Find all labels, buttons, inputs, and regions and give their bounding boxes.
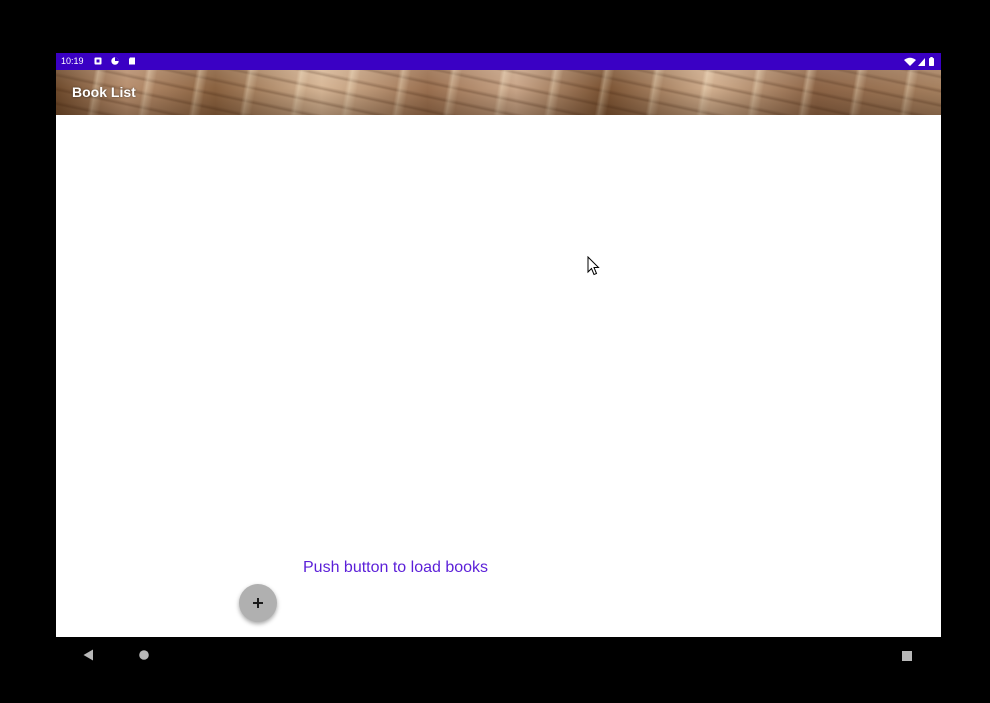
load-books-hint: Push button to load books	[303, 559, 489, 576]
pie-app-icon	[111, 57, 119, 65]
status-right-icons	[904, 57, 934, 66]
home-icon[interactable]	[139, 650, 149, 660]
battery-icon	[929, 58, 934, 66]
plus-icon	[253, 598, 263, 608]
status-bar: 10:19	[56, 53, 941, 70]
mouse-cursor-icon	[587, 256, 600, 276]
back-icon[interactable]	[83, 649, 94, 661]
recents-icon[interactable]	[902, 651, 912, 661]
navigation-bar	[56, 637, 941, 675]
sd-card-icon	[129, 57, 135, 65]
notification-square-icon	[94, 57, 102, 65]
load-books-fab[interactable]	[239, 584, 277, 622]
main-content: Push button to load books	[56, 115, 941, 675]
app-bar: Book List	[56, 70, 941, 116]
wifi-icon	[904, 57, 916, 66]
status-time: 10:19	[61, 56, 84, 66]
app-title: Book List	[72, 84, 136, 100]
device-screen: 10:19 Book List Push button to load book…	[56, 53, 941, 675]
cell-signal-icon	[918, 58, 925, 66]
